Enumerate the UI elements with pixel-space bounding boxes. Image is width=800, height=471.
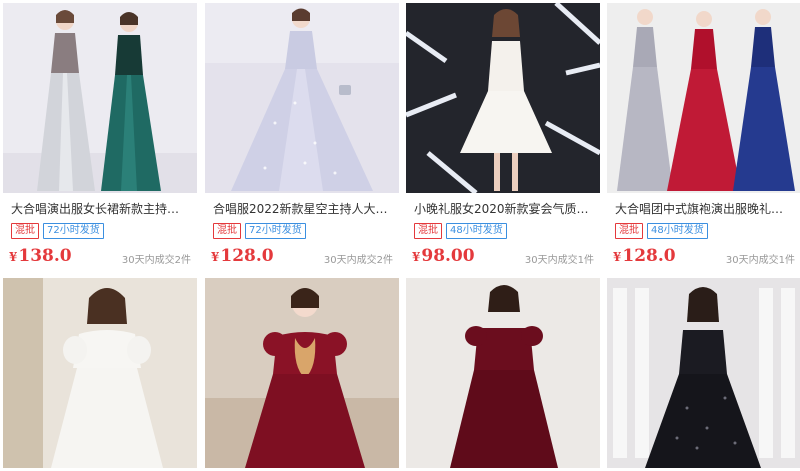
product-card[interactable] — [3, 278, 197, 471]
product-price: ¥128.0 — [613, 244, 676, 269]
product-card[interactable] — [406, 278, 600, 471]
product-price: ¥128.0 — [211, 244, 274, 269]
product-badges: 混批 72小时发货 — [213, 223, 306, 239]
product-badges: 混批 72小时发货 — [11, 223, 104, 239]
shipping-time-badge: 48小时发货 — [446, 223, 507, 239]
product-price: ¥138.0 — [9, 244, 72, 269]
product-title[interactable]: 大合唱演出服女长裙新款主持人礼服 — [11, 201, 191, 217]
product-image[interactable] — [607, 3, 800, 193]
sales-count: 30天内成交2件 — [323, 255, 393, 266]
mixed-wholesale-badge: 混批 — [615, 223, 643, 239]
product-image[interactable] — [205, 3, 399, 193]
product-image[interactable] — [205, 278, 399, 468]
product-title[interactable]: 合唱服2022新款星空主持人大合唱礼服 — [213, 201, 393, 217]
currency-symbol: ¥ — [613, 250, 622, 264]
product-card[interactable]: 大合唱演出服女长裙新款主持人礼服 混批 72小时发货 ¥138.0 30天内成交… — [3, 3, 197, 270]
product-card[interactable]: 大合唱团中式旗袍演出服晚礼服长裙 混批 48小时发货 ¥128.0 30天内成交… — [607, 3, 800, 270]
product-image[interactable] — [607, 278, 800, 468]
mixed-wholesale-badge: 混批 — [213, 223, 241, 239]
mixed-wholesale-badge: 混批 — [414, 223, 442, 239]
product-grid: 大合唱演出服女长裙新款主持人礼服 混批 72小时发货 ¥138.0 30天内成交… — [0, 0, 800, 471]
currency-symbol: ¥ — [412, 250, 421, 264]
currency-symbol: ¥ — [9, 250, 18, 264]
product-card[interactable] — [607, 278, 800, 471]
product-image[interactable] — [3, 3, 197, 193]
product-card[interactable]: 小晚礼服女2020新款宴会气质伴娘服 混批 48小时发货 ¥98.00 30天内… — [406, 3, 600, 270]
product-title[interactable]: 大合唱团中式旗袍演出服晚礼服长裙 — [615, 201, 795, 217]
shipping-time-badge: 72小时发货 — [43, 223, 104, 239]
product-badges: 混批 48小时发货 — [615, 223, 708, 239]
shipping-time-badge: 72小时发货 — [245, 223, 306, 239]
product-image[interactable] — [406, 278, 600, 468]
shipping-time-badge: 48小时发货 — [647, 223, 708, 239]
currency-symbol: ¥ — [211, 250, 220, 264]
sales-count: 30天内成交2件 — [121, 255, 191, 266]
product-card[interactable]: 合唱服2022新款星空主持人大合唱礼服 混批 72小时发货 ¥128.0 30天… — [205, 3, 399, 270]
product-image[interactable] — [406, 3, 600, 193]
mixed-wholesale-badge: 混批 — [11, 223, 39, 239]
sales-count: 30天内成交1件 — [725, 255, 795, 266]
sales-count: 30天内成交1件 — [524, 255, 594, 266]
price-value: 128.0 — [622, 246, 676, 266]
price-value: 128.0 — [220, 246, 274, 266]
price-value: 138.0 — [18, 246, 72, 266]
product-card[interactable] — [205, 278, 399, 471]
product-price: ¥98.00 — [412, 244, 475, 269]
product-image[interactable] — [3, 278, 197, 468]
price-value: 98.00 — [421, 246, 475, 266]
product-title[interactable]: 小晚礼服女2020新款宴会气质伴娘服 — [414, 201, 594, 217]
product-badges: 混批 48小时发货 — [414, 223, 507, 239]
